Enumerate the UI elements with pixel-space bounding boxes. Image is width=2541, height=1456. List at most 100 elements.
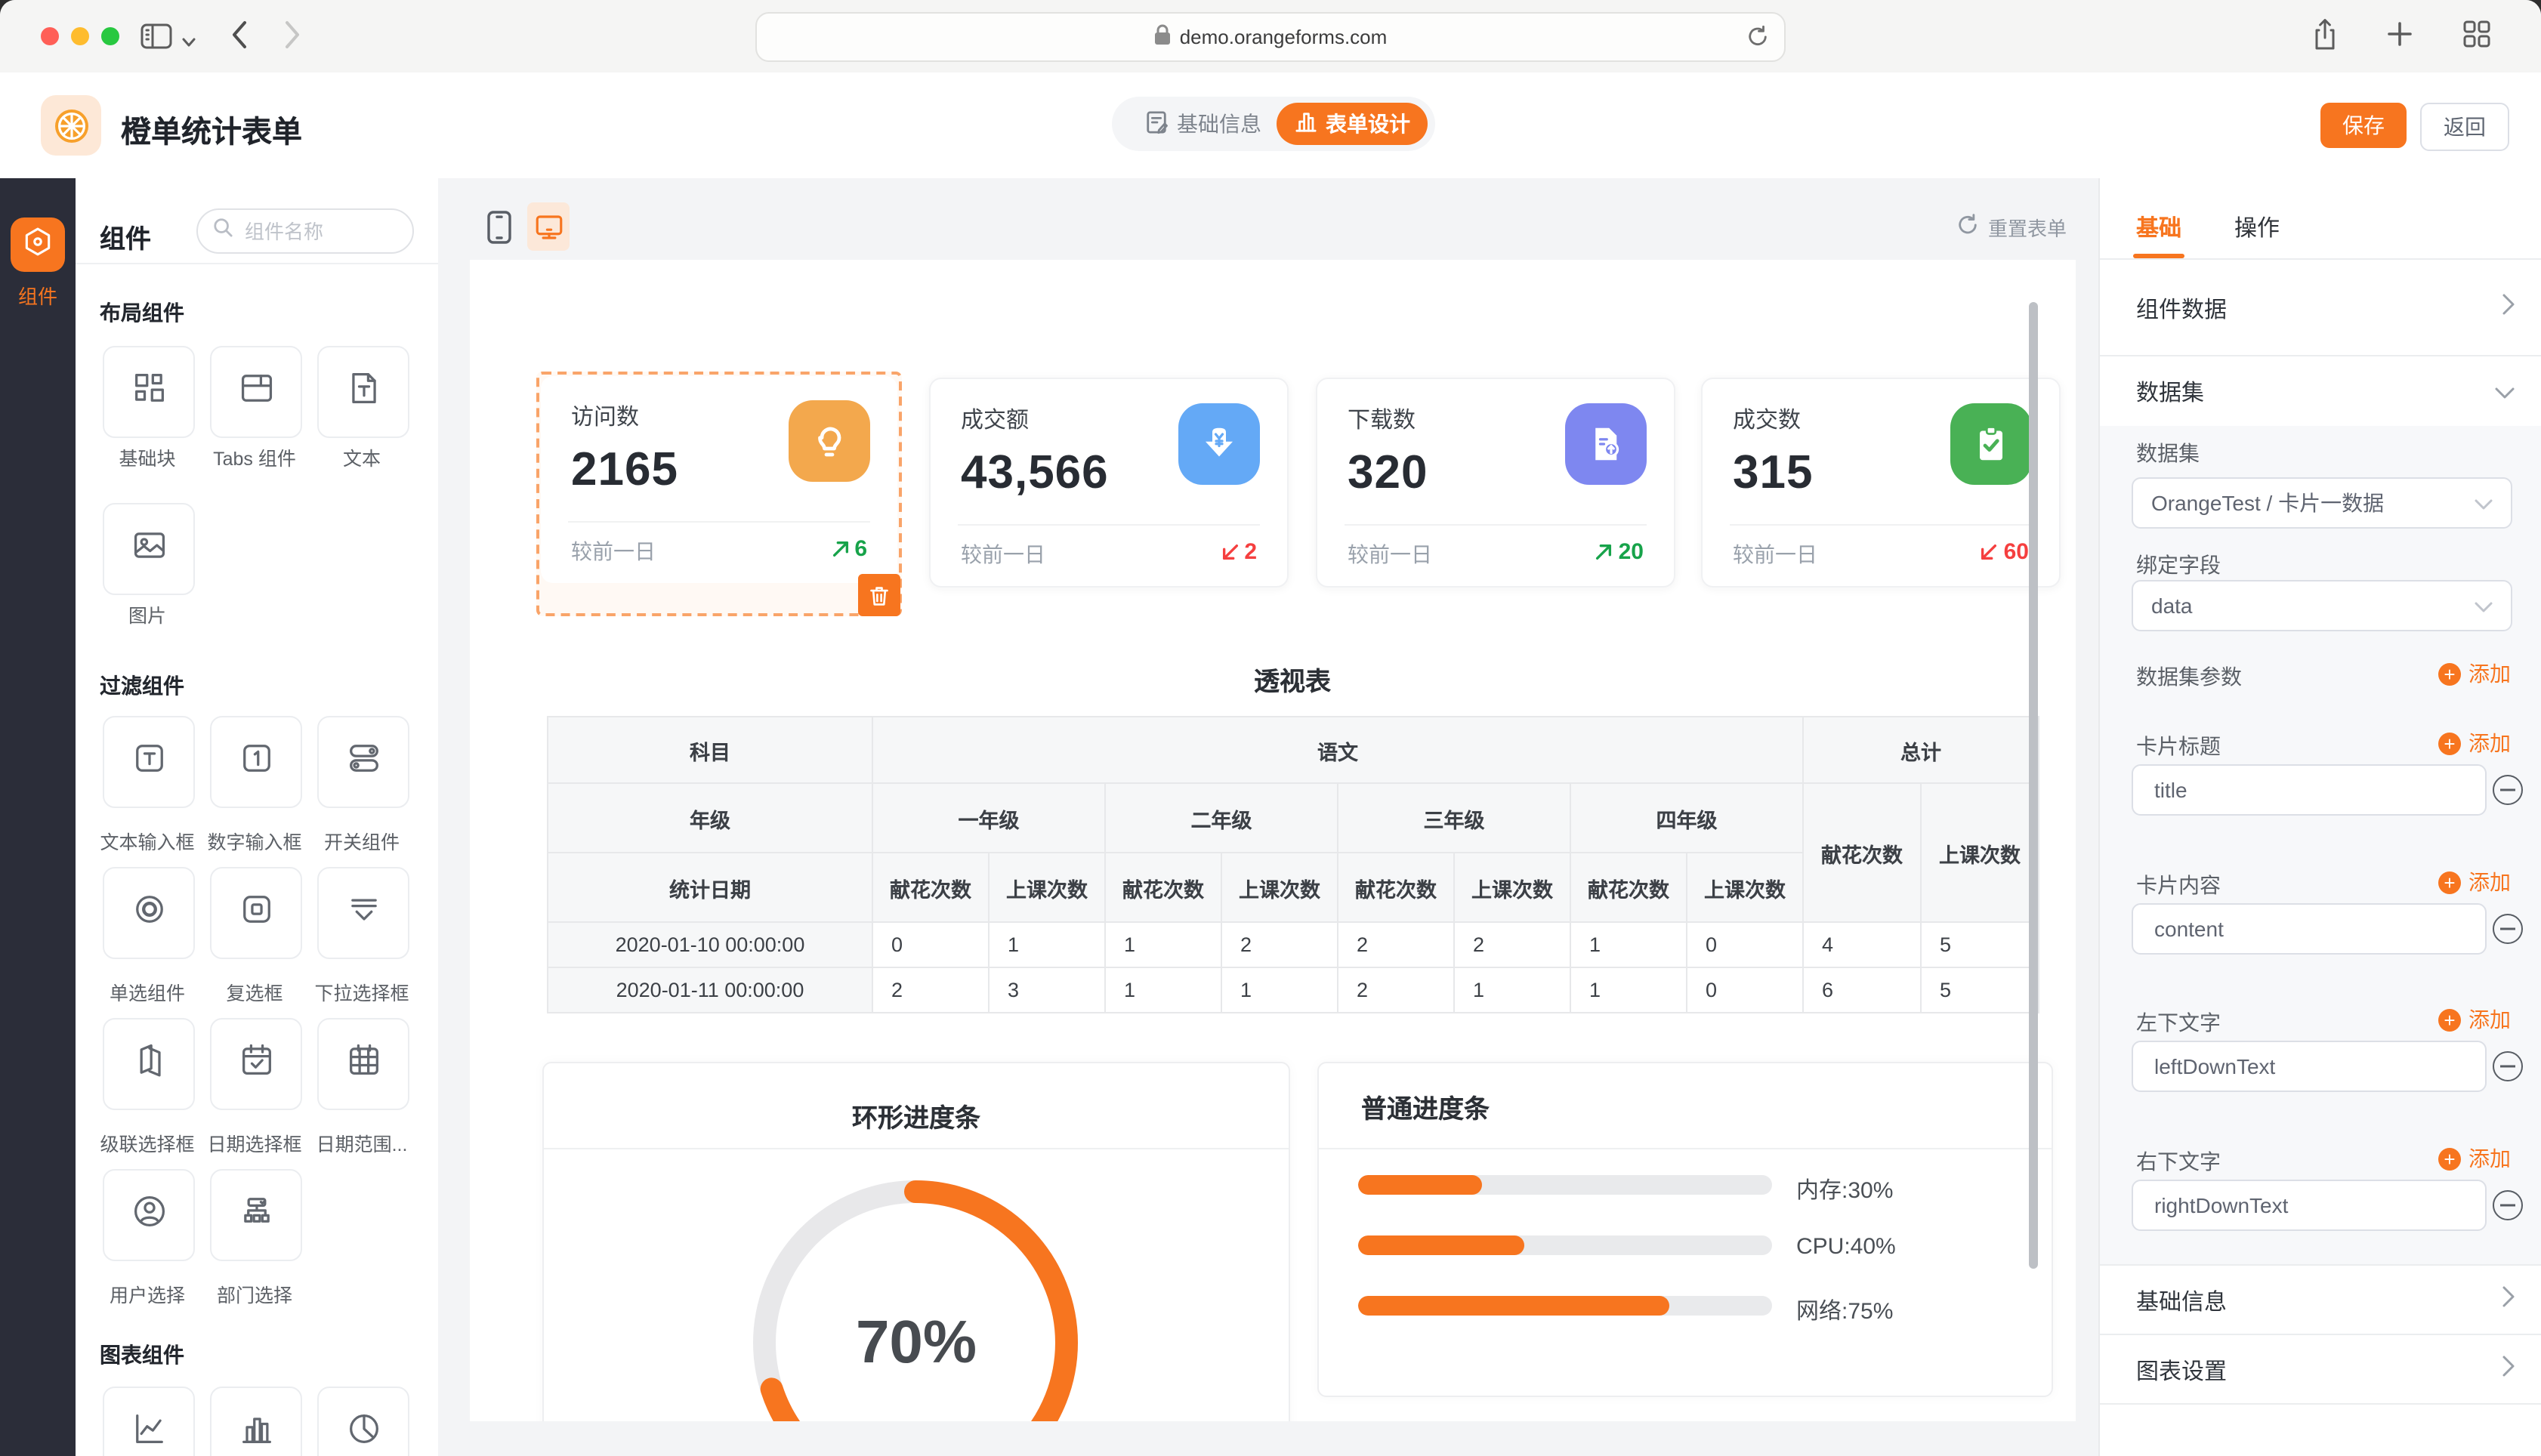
component-bar-chart[interactable]: [210, 1387, 302, 1456]
card-content-input[interactable]: [2132, 903, 2487, 955]
dataset-select[interactable]: OrangeTest / 卡片一数据: [2132, 477, 2512, 529]
forward-icon[interactable]: [284, 20, 302, 57]
bar-chart-icon: [236, 1409, 276, 1456]
stat-card-title: 下载数: [1348, 403, 1416, 435]
component-radio[interactable]: [103, 867, 195, 959]
remove-circle-icon[interactable]: [2493, 775, 2523, 805]
component-number-input[interactable]: [210, 716, 302, 808]
component-data-row[interactable]: 组件数据: [2136, 293, 2227, 325]
component-select[interactable]: [317, 867, 409, 959]
pivot-table[interactable]: 科目 语文 总计 年级 一年级 二年级 三年级 四年级 献花次数 上课次数: [547, 716, 2039, 1013]
chart-settings-row[interactable]: 图表设置: [2136, 1355, 2227, 1387]
pivot-date-cell: 2020-01-10 00:00:00: [548, 922, 872, 967]
divider: [568, 521, 870, 523]
progress-bars-card[interactable]: 普通进度条 内存:30% CPU:40% 网络:75%: [1317, 1062, 2053, 1397]
reset-form-button[interactable]: 重置表单: [1956, 210, 2067, 243]
properties-panel: 基础 操作 组件数据 数据集 数据集 OrangeTest / 卡片一数据 绑定…: [2098, 178, 2541, 1456]
basic-info-row[interactable]: 基础信息: [2136, 1285, 2227, 1317]
dataset-field-label: 数据集: [2136, 438, 2200, 468]
delete-button[interactable]: [858, 574, 900, 616]
ring-progress-title: 环形进度条: [544, 1097, 1289, 1134]
component-switch[interactable]: [317, 716, 409, 808]
component-pie-chart[interactable]: [317, 1387, 409, 1456]
tab-basic-info[interactable]: 基础信息: [1145, 97, 1261, 151]
search-field[interactable]: [242, 218, 399, 244]
new-tab-icon[interactable]: [2387, 21, 2413, 54]
sidebar-toggle-icon[interactable]: [140, 23, 172, 57]
add-right-down-text-button[interactable]: + 添加: [2438, 1143, 2511, 1174]
sidebar-title: 组件: [100, 217, 151, 255]
phone-preview-icon[interactable]: [486, 210, 512, 252]
component-text-input[interactable]: [103, 716, 195, 808]
stat-card-downloads[interactable]: 下载数 320 较前一日 20: [1316, 378, 1675, 588]
share-icon[interactable]: [2311, 18, 2339, 59]
desktop-preview-icon[interactable]: [527, 202, 570, 251]
add-card-content-button[interactable]: + 添加: [2438, 867, 2511, 897]
component-basic-block[interactable]: [103, 346, 195, 438]
delta-down: 2: [1220, 539, 1257, 565]
right-down-text-input[interactable]: [2132, 1180, 2487, 1231]
left-down-text-input[interactable]: [2132, 1041, 2487, 1092]
add-dataset-param-button[interactable]: + 添加: [2438, 659, 2511, 689]
mode-switcher: 基础信息 表单设计: [1112, 97, 1435, 151]
panel-tab-basic[interactable]: 基础: [2136, 211, 2181, 243]
tab-form-design-label: 表单设计: [1326, 109, 1410, 139]
zoom-window-button[interactable]: [101, 27, 119, 45]
radio-icon: [129, 890, 168, 936]
close-window-button[interactable]: [41, 27, 59, 45]
component-cascade-select[interactable]: [103, 1018, 195, 1110]
chevron-down-icon[interactable]: [2494, 381, 2515, 408]
tab-form-design[interactable]: 表单设计: [1277, 103, 1428, 145]
component-tabs[interactable]: [210, 346, 302, 438]
remove-circle-icon[interactable]: [2493, 1190, 2523, 1220]
tab-overview-icon[interactable]: [2462, 20, 2491, 56]
pivot-date-header: 统计日期: [548, 853, 872, 922]
chevron-down-icon[interactable]: [181, 29, 196, 56]
pivot-value-cell: 3: [989, 967, 1105, 1013]
plus-circle-icon: +: [2438, 1008, 2461, 1031]
stat-card-visits[interactable]: 访问数 2165 较前一日 6: [541, 376, 897, 583]
address-bar[interactable]: demo.orangeforms.com: [755, 12, 1786, 62]
component-line-chart[interactable]: [103, 1387, 195, 1456]
left-rail: 组件: [0, 178, 76, 1456]
component-user-select[interactable]: [103, 1169, 195, 1261]
minimize-window-button[interactable]: [71, 27, 89, 45]
component-image[interactable]: [103, 503, 195, 595]
pivot-value-cell: 2: [1454, 922, 1570, 967]
remove-circle-icon[interactable]: [2493, 914, 2523, 944]
page-title: 橙单统计表单: [121, 107, 302, 151]
pivot-value-cell: 0: [1687, 922, 1803, 967]
remove-circle-icon[interactable]: [2493, 1051, 2523, 1081]
stat-card-turnover[interactable]: 成交额 43,566 较前一日 2: [929, 378, 1289, 588]
component-date-range[interactable]: [317, 1018, 409, 1110]
add-left-down-text-button[interactable]: + 添加: [2438, 1004, 2511, 1035]
chevron-right-icon[interactable]: [2502, 1355, 2515, 1385]
form-canvas[interactable]: 访问数 2165 较前一日 6 成交额: [470, 260, 2076, 1421]
stat-card-deals[interactable]: 成交数 315 较前一日 60: [1701, 378, 2061, 588]
search-input[interactable]: [196, 208, 414, 254]
checkbox-icon: [236, 890, 276, 936]
canvas-scrollbar[interactable]: [2029, 302, 2038, 1269]
component-text[interactable]: [317, 346, 409, 438]
component-label: 部门选择: [195, 1279, 314, 1308]
dept-icon: [236, 1192, 276, 1239]
panel-tab-operation[interactable]: 操作: [2234, 211, 2280, 243]
app-header: 橙单统计表单 基础信息 表单设计 保存 返回: [0, 72, 2541, 180]
component-checkbox[interactable]: [210, 867, 302, 959]
component-date-picker[interactable]: [210, 1018, 302, 1110]
ring-progress-card[interactable]: 环形进度条 70%: [542, 1062, 1290, 1421]
bind-field-select[interactable]: data: [2132, 580, 2512, 631]
date-range-icon: [344, 1041, 383, 1087]
back-icon[interactable]: [230, 20, 248, 57]
add-card-title-button[interactable]: + 添加: [2438, 728, 2511, 758]
card-title-input[interactable]: [2132, 764, 2487, 816]
save-button[interactable]: 保存: [2320, 103, 2407, 148]
browser-chrome: demo.orangeforms.com: [0, 0, 2541, 74]
chevron-right-icon[interactable]: [2502, 1285, 2515, 1316]
reload-icon[interactable]: [1746, 24, 1769, 53]
dataset-section-row[interactable]: 数据集: [2136, 376, 2204, 408]
back-button[interactable]: 返回: [2420, 103, 2509, 151]
component-dept-select[interactable]: [210, 1169, 302, 1261]
rail-item-components[interactable]: [11, 217, 65, 272]
chevron-right-icon[interactable]: [2502, 293, 2515, 323]
